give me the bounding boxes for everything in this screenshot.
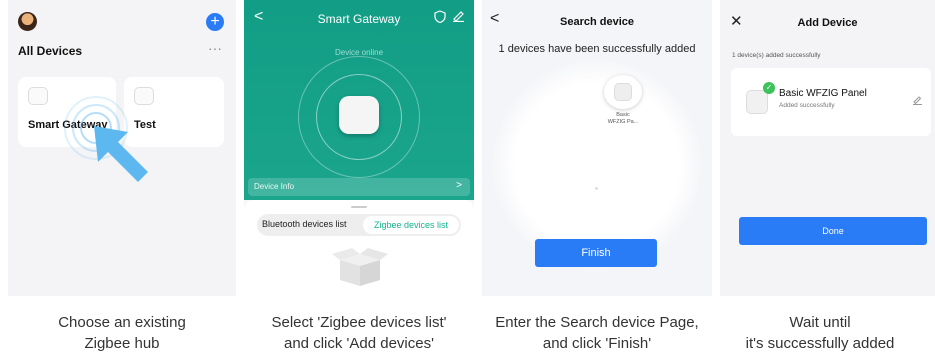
caption-line: Select 'Zigbee devices list' [271,314,447,331]
gateway-icon [28,87,48,105]
device-info-label: Device Info [254,182,295,191]
found-device-icon[interactable] [604,75,642,109]
rename-icon[interactable] [912,94,923,108]
device-label-line: Basic [616,112,630,118]
caption-line: it's successfully added [745,335,895,352]
device-info-row[interactable]: Device Info > [248,178,470,196]
caption-line: Wait until [789,314,851,331]
panel-all-devices: + All Devices ··· Smart Gateway Test [8,0,236,296]
chevron-right-icon: > [456,180,462,191]
device-name: Basic WFZIG Panel [779,88,867,99]
tab-zigbee-devices[interactable]: Zigbee devices list [363,216,459,234]
sheet-handle[interactable] [351,206,367,208]
pointer-arrow-icon [94,126,148,182]
page-title: Add Device [797,17,858,29]
panel-smart-gateway: < Smart Gateway Device online Device Inf… [244,0,474,296]
caption-line: Zigbee hub [84,335,160,352]
edit-icon[interactable] [452,9,465,25]
caption-step-4: Wait until it's successfully added [705,312,935,354]
finish-button[interactable]: Finish [535,239,657,267]
caption-step-3: Enter the Search device Page, and click … [482,312,712,354]
panel-add-device: ✕ Add Device 1 device(s) added successfu… [720,0,935,296]
page-title: Search device [560,16,634,28]
found-device-label: Basic WFZIG Pa... [594,112,652,126]
radar-dot [595,187,598,190]
added-device-card[interactable]: ✓ Basic WFZIG Panel Added successfully [731,68,931,136]
caption-line: Choose an existing [58,314,186,331]
added-count-text: 1 device(s) added successfully [732,52,821,59]
device-icon [746,90,768,114]
caption-line: and click 'Finish' [542,335,652,352]
more-options-icon[interactable]: ··· [208,40,222,56]
page-title: All Devices [18,44,83,58]
device-icon [134,87,154,105]
caption-step-2: Select 'Zigbee devices list' and click '… [244,312,474,354]
check-icon: ✓ [763,82,775,94]
device-status: Added successfully [779,102,835,109]
user-avatar[interactable] [18,12,37,31]
tab-bluetooth-devices[interactable]: Bluetooth devices list [262,219,347,229]
search-result-message: 1 devices have been successfully added [498,43,696,55]
done-button[interactable]: Done [739,217,927,245]
caption-line: and click 'Add devices' [284,335,434,352]
device-label-line: WFZIG Pa... [607,119,639,125]
shield-icon[interactable] [434,10,446,26]
caption-step-1: Choose an existing Zigbee hub [7,312,237,354]
gateway-device-icon [339,96,379,134]
panel-search-device: < Search device 1 devices have been succ… [482,0,712,296]
add-device-button[interactable]: + [206,13,224,31]
empty-box-icon [332,248,388,286]
device-list-tabs: Bluetooth devices list Zigbee devices li… [257,214,461,236]
caption-line: Enter the Search device Page, [495,314,699,331]
